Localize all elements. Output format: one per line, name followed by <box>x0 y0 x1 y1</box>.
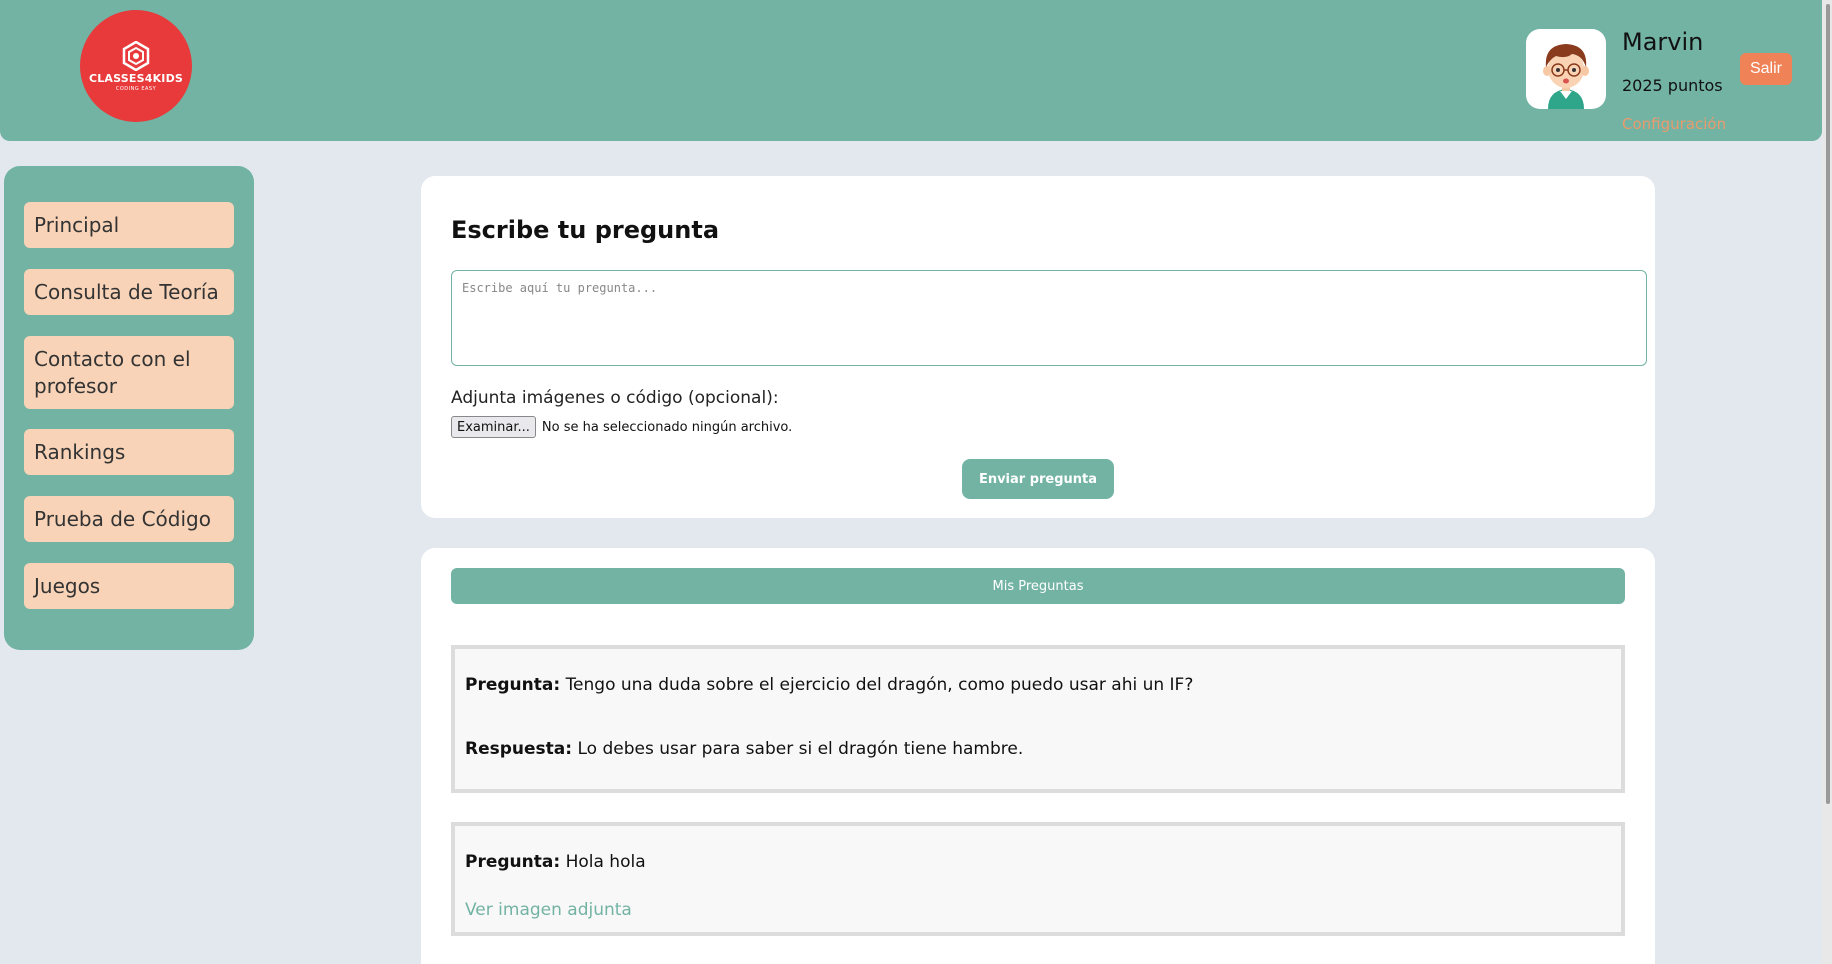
logout-button[interactable]: Salir <box>1740 53 1792 85</box>
file-status: No se ha seleccionado ningún archivo. <box>541 419 793 435</box>
question-input[interactable] <box>451 270 1647 366</box>
answer-prefix: Respuesta: <box>465 739 573 759</box>
user-points: 2025 puntos <box>1622 76 1723 95</box>
question-text: Hola hola <box>565 852 646 872</box>
sidebar-item-juegos[interactable]: Juegos <box>24 563 234 609</box>
question-prefix: Pregunta: <box>465 675 561 695</box>
user-name: Marvin <box>1622 28 1704 56</box>
logo-text: CLASSES4KIDS <box>88 71 184 85</box>
boy-avatar-icon <box>1543 44 1589 109</box>
sidebar-item-prueba-codigo[interactable]: Prueba de Código <box>24 496 234 542</box>
question-line: Pregunta: Tengo una duda sobre el ejerci… <box>465 675 1193 695</box>
question-prefix: Pregunta: <box>465 852 561 872</box>
sidebar: Principal Consulta de Teoría Contacto co… <box>4 166 254 650</box>
my-questions-header[interactable]: Mis Preguntas <box>451 568 1625 604</box>
scrollbar-thumb[interactable] <box>1826 4 1830 804</box>
file-picker: Examinar... No se ha seleccionado ningún… <box>451 416 792 438</box>
ask-title: Escribe tu pregunta <box>451 216 720 244</box>
sidebar-item-principal[interactable]: Principal <box>24 202 234 248</box>
attachment-link[interactable]: Ver imagen adjunta <box>465 900 632 920</box>
my-questions-card: Mis Preguntas Pregunta: Tengo una duda s… <box>421 548 1655 964</box>
ask-question-card: Escribe tu pregunta Adjunta imágenes o c… <box>421 176 1655 518</box>
logo-subtext: CODING EASY <box>115 85 157 92</box>
user-avatar[interactable] <box>1526 29 1606 109</box>
sidebar-item-rankings[interactable]: Rankings <box>24 429 234 475</box>
sidebar-item-contacto-profesor[interactable]: Contacto con el profesor <box>24 336 234 409</box>
logo[interactable]: CLASSES4KIDS CODING EASY <box>80 10 192 122</box>
question-item: Pregunta: Tengo una duda sobre el ejerci… <box>451 645 1625 793</box>
question-line: Pregunta: Hola hola <box>465 852 646 872</box>
answer-line: Respuesta: Lo debes usar para saber si e… <box>465 739 1023 759</box>
top-header: CLASSES4KIDS CODING EASY Marvin 2025 pun… <box>0 0 1822 141</box>
question-item: Pregunta: Hola hola Ver imagen adjunta <box>451 822 1625 936</box>
hexagon-logo-icon <box>122 40 150 71</box>
send-question-button[interactable]: Enviar pregunta <box>962 459 1114 499</box>
settings-link[interactable]: Configuración <box>1622 115 1726 133</box>
attach-label: Adjunta imágenes o código (opcional): <box>451 388 779 408</box>
answer-text: Lo debes usar para saber si el dragón ti… <box>577 739 1024 759</box>
question-text: Tengo una duda sobre el ejercicio del dr… <box>565 675 1194 695</box>
browse-button[interactable]: Examinar... <box>451 416 536 438</box>
sidebar-item-consulta-teoria[interactable]: Consulta de Teoría <box>24 269 234 315</box>
